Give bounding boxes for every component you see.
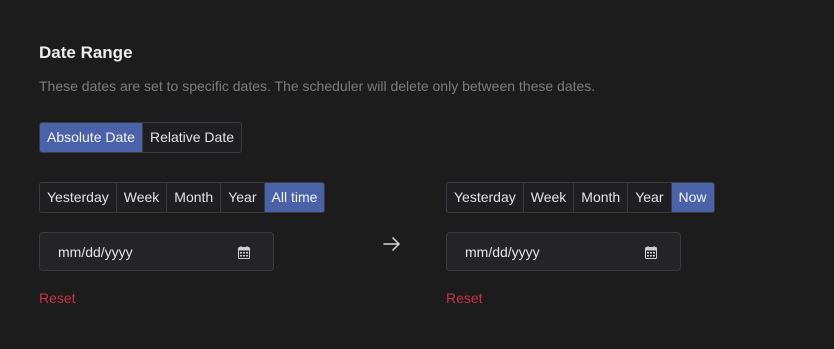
start-date-input[interactable]: mm/dd/yyyy bbox=[39, 232, 274, 271]
section-description: These dates are set to specific dates. T… bbox=[39, 78, 596, 94]
end-date-placeholder: mm/dd/yyyy bbox=[465, 244, 540, 260]
start-preset-group: Yesterday Week Month Year All time bbox=[39, 182, 326, 213]
end-preset-week[interactable]: Week bbox=[524, 183, 575, 212]
section-title: Date Range bbox=[39, 43, 133, 62]
end-preset-year[interactable]: Year bbox=[628, 183, 672, 212]
start-preset-year[interactable]: Year bbox=[221, 183, 265, 212]
date-range-section: Date Range These dates are set to specif… bbox=[39, 42, 799, 95]
date-mode-toggle: Absolute Date Relative Date bbox=[39, 122, 242, 153]
end-reset-link[interactable]: Reset bbox=[446, 289, 483, 307]
relative-date-option[interactable]: Relative Date bbox=[143, 123, 241, 152]
end-preset-yesterday[interactable]: Yesterday bbox=[447, 183, 524, 212]
end-preset-group: Yesterday Week Month Year Now bbox=[446, 182, 715, 213]
start-preset-yesterday[interactable]: Yesterday bbox=[40, 183, 117, 212]
start-date-placeholder: mm/dd/yyyy bbox=[58, 244, 133, 260]
absolute-date-option[interactable]: Absolute Date bbox=[40, 123, 143, 152]
end-preset-month[interactable]: Month bbox=[574, 183, 629, 212]
start-preset-month[interactable]: Month bbox=[167, 183, 222, 212]
end-date-input[interactable]: mm/dd/yyyy bbox=[446, 232, 681, 271]
calendar-icon[interactable] bbox=[238, 246, 250, 259]
start-preset-all-time[interactable]: All time bbox=[264, 183, 325, 212]
start-reset-link[interactable]: Reset bbox=[39, 289, 76, 307]
calendar-icon[interactable] bbox=[645, 246, 657, 259]
arrow-right-icon bbox=[383, 237, 400, 251]
start-preset-week[interactable]: Week bbox=[117, 183, 168, 212]
end-preset-now[interactable]: Now bbox=[671, 183, 714, 212]
